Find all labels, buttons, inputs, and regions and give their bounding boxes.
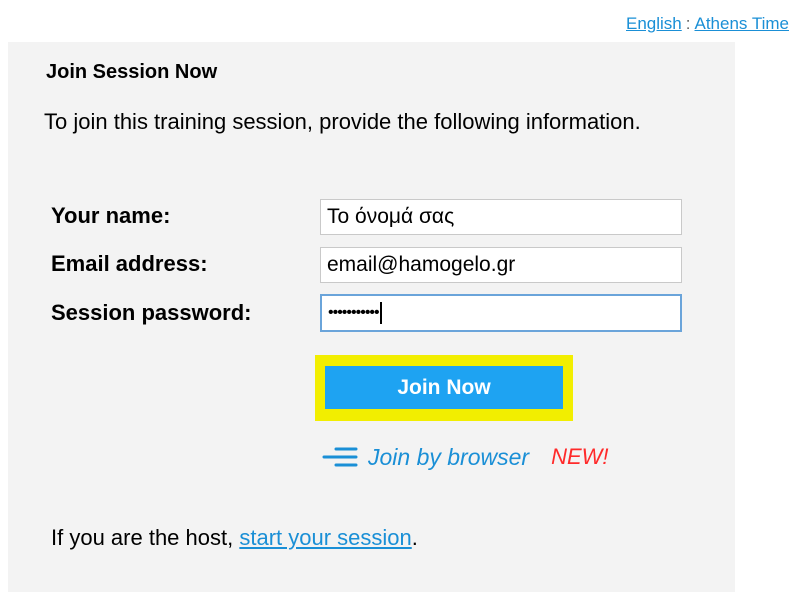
email-label: Email address:	[51, 251, 208, 276]
separator: :	[685, 14, 691, 33]
intro-text: To join this training session, provide t…	[44, 109, 641, 134]
start-session-link[interactable]: start your session	[239, 525, 411, 550]
timezone-link[interactable]: Athens Time	[695, 14, 790, 33]
name-label: Your name:	[51, 203, 171, 228]
new-badge: NEW!	[551, 444, 609, 469]
join-by-browser-row: Join by browser NEW!	[322, 440, 609, 474]
browser-lines-icon	[322, 447, 358, 467]
email-field[interactable]	[320, 247, 682, 283]
host-trailing: .	[411, 525, 418, 550]
password-field[interactable]: •••••••••••	[320, 294, 682, 332]
join-by-browser-link[interactable]: Join by browser	[368, 444, 529, 471]
join-now-button[interactable]: Join Now	[325, 366, 563, 409]
password-label: Session password:	[51, 300, 252, 325]
password-mask: •••••••••••	[328, 302, 382, 324]
panel-title: Join Session Now	[46, 61, 218, 83]
join-session-panel: Join Session Now To join this training s…	[8, 42, 735, 592]
top-links: English: Athens Time	[626, 14, 789, 34]
host-line: If you are the host, start your session.	[51, 525, 418, 551]
text-caret	[379, 302, 382, 324]
language-link[interactable]: English	[626, 14, 682, 33]
host-text: If you are the host,	[51, 525, 240, 550]
name-field[interactable]	[320, 199, 682, 235]
